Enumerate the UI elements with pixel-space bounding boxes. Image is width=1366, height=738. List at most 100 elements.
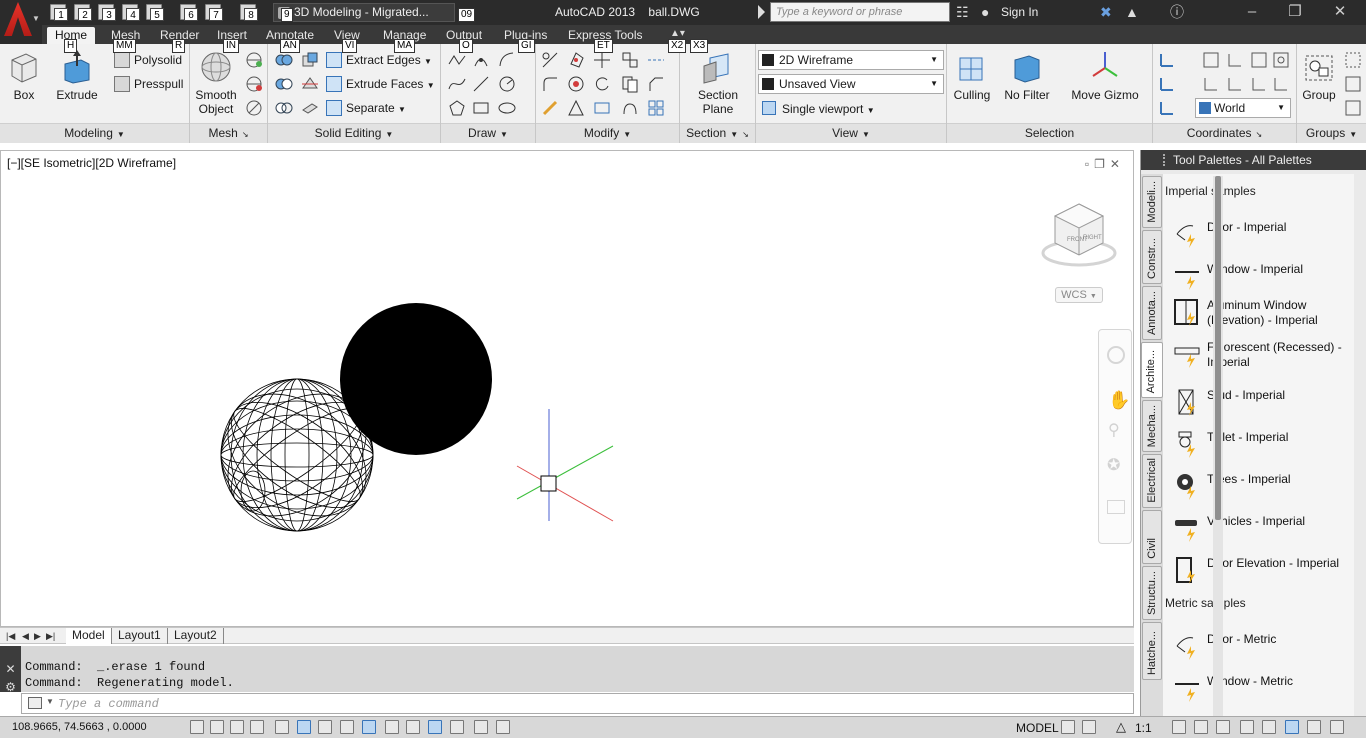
hardware-acceleration-icon[interactable] — [1262, 720, 1276, 734]
section-panel-title[interactable]: Section ▼ ↘ — [680, 123, 755, 143]
mesh-panel-title[interactable]: Mesh ↘ — [190, 123, 267, 143]
selection-cycling-icon[interactable] — [474, 720, 488, 734]
palette-tab-electrical[interactable]: Electrical — [1142, 454, 1162, 508]
search-expand-icon[interactable] — [758, 5, 765, 19]
ucs-world-icon[interactable] — [1225, 50, 1245, 70]
groups-panel-title[interactable]: Groups ▼ — [1297, 123, 1366, 143]
previous-layout-icon[interactable]: ◀ — [22, 628, 29, 644]
wcs-menu[interactable]: WCS ▼ — [1055, 287, 1103, 303]
arc-icon[interactable] — [497, 50, 517, 70]
ucs-named-icon[interactable] — [1201, 50, 1221, 70]
polar-tracking-icon[interactable] — [275, 720, 289, 734]
qat-plot-icon[interactable]: 5 — [146, 4, 164, 21]
qat-save-icon[interactable]: 3 — [98, 4, 116, 21]
palette-tab-structural[interactable]: Structu... — [1142, 566, 1162, 620]
ellipse-icon[interactable] — [497, 98, 517, 118]
palette-tab-civil[interactable]: Civil — [1142, 510, 1162, 564]
union-icon[interactable] — [274, 50, 294, 70]
qat-saveas-icon[interactable]: 4 — [122, 4, 140, 21]
3d-array-icon[interactable] — [646, 50, 666, 70]
layout-tab-layout2[interactable]: Layout2 — [168, 628, 224, 644]
ortho-mode-icon[interactable] — [250, 720, 264, 734]
spline-icon[interactable] — [447, 74, 467, 94]
workspace-switching-icon[interactable] — [1216, 720, 1230, 734]
first-layout-icon[interactable]: |◀ — [6, 628, 15, 644]
group-button[interactable]: Group — [1299, 48, 1339, 102]
exchange-icon[interactable]: ✖ — [1100, 4, 1112, 20]
coordinates-panel-title[interactable]: Coordinates ↘ — [1153, 123, 1296, 143]
palette-tab-mechanical[interactable]: Mecha... — [1142, 400, 1162, 452]
solid-editing-panel-title[interactable]: Solid Editing ▼ — [268, 123, 440, 143]
layout-tab-model[interactable]: Model — [66, 628, 112, 644]
ucs-previous-icon[interactable] — [1249, 50, 1269, 70]
wrench-icon[interactable]: ⚙ — [0, 680, 21, 694]
view-panel-title[interactable]: View ▼ — [756, 123, 946, 143]
subtract-icon[interactable] — [274, 74, 294, 94]
rectangle-icon[interactable] — [471, 98, 491, 118]
culling-button[interactable]: Culling — [949, 48, 995, 102]
ucs-face-icon[interactable] — [1271, 50, 1291, 70]
quick-view-layouts-icon[interactable] — [1061, 720, 1075, 734]
chamfer-icon[interactable] — [646, 74, 666, 94]
qat-undo-icon[interactable]: 6 — [180, 4, 198, 21]
3d-rotate-icon[interactable] — [566, 50, 586, 70]
drawing-canvas[interactable]: [−][SE Isometric][2D Wireframe] ▫❐✕ FRON… — [0, 150, 1134, 627]
ungroup-icon[interactable] — [1343, 50, 1363, 70]
zoom-icon[interactable]: ⚲ — [1108, 420, 1120, 440]
saved-view-dropdown[interactable]: Unsaved View ▼ — [758, 74, 944, 94]
lock-icon[interactable] — [1240, 720, 1254, 734]
palette-item-window-metric[interactable]: Window - Metric — [1171, 674, 1351, 704]
intersect-icon[interactable] — [274, 98, 294, 118]
ribbon-minimize-icon[interactable]: ▲▾ — [670, 28, 685, 39]
palette-tab-annotation[interactable]: Annota... — [1142, 286, 1162, 340]
annotation-scale-icon[interactable]: △ — [1116, 719, 1126, 735]
lightbulb-icon[interactable] — [1307, 720, 1321, 734]
no-filter-button[interactable]: No Filter — [1001, 48, 1053, 102]
isolate-objects-icon[interactable] — [1285, 720, 1299, 734]
triangle-icon[interactable]: ▲ — [1125, 4, 1139, 20]
model-space-button[interactable]: MODEL — [1016, 721, 1059, 735]
extrude-button[interactable]: Extrude — [54, 48, 100, 102]
draw-panel-title[interactable]: Draw ▼ — [441, 123, 535, 143]
annotation-visibility-icon[interactable] — [1172, 720, 1186, 734]
coordinate-readout[interactable]: 108.9665, 74.5663 , 0.0000 — [12, 721, 147, 733]
command-prompt-icon[interactable] — [28, 697, 42, 709]
offset-icon[interactable] — [566, 74, 586, 94]
object-snap-tracking-icon[interactable] — [340, 720, 354, 734]
ucs-object-icon[interactable] — [1157, 74, 1177, 94]
extract-edges-button[interactable]: Extract Edges ▼ — [326, 50, 432, 70]
ucs-x-icon[interactable] — [1201, 74, 1221, 94]
object-snap-icon[interactable] — [297, 720, 311, 734]
annotation-scale[interactable]: 1:1 — [1135, 721, 1152, 735]
selection-panel-title[interactable]: Selection — [947, 123, 1152, 143]
quick-view-drawings-icon[interactable] — [1082, 720, 1096, 734]
qat-match-icon[interactable]: 8 — [240, 4, 258, 21]
array-icon[interactable] — [646, 98, 666, 118]
erase-icon[interactable] — [540, 98, 560, 118]
modify-panel-title[interactable]: Modify ▼ — [536, 123, 679, 143]
ucs-icon[interactable] — [1157, 50, 1177, 70]
visual-style-dropdown[interactable]: 2D Wireframe ▼ — [758, 50, 944, 70]
slice-icon[interactable] — [300, 74, 320, 94]
ucs-z-icon[interactable] — [1249, 74, 1269, 94]
trim-icon[interactable] — [540, 50, 560, 70]
close-icon[interactable]: ✕ — [0, 662, 21, 676]
orbit-icon[interactable]: ✪ — [1107, 455, 1120, 475]
thicken-icon[interactable] — [300, 98, 320, 118]
smooth-object-button[interactable]: Smooth Object — [192, 48, 240, 116]
transparency-icon[interactable] — [428, 720, 442, 734]
3d-object-snap-icon[interactable] — [318, 720, 332, 734]
palette-item-toilet[interactable]: Toilet - Imperial — [1171, 430, 1351, 460]
palette-scrollbar[interactable] — [1213, 176, 1223, 716]
search-input[interactable]: Type a keyword or phrase — [770, 2, 950, 22]
presspull-button[interactable]: Presspull — [114, 74, 183, 94]
lineweight-icon[interactable] — [406, 720, 420, 734]
palette-item-door-elevation[interactable]: Door Elevation - Imperial — [1171, 556, 1351, 586]
palette-item-window-imperial[interactable]: Window - Imperial — [1171, 262, 1351, 292]
helix-icon[interactable] — [471, 50, 491, 70]
mirror-icon[interactable] — [620, 98, 640, 118]
box-button[interactable]: Box — [4, 48, 44, 102]
close-icon[interactable]: ✕ — [1320, 2, 1360, 22]
binoculars-icon[interactable]: ☷ — [956, 4, 969, 20]
scrollbar-thumb[interactable] — [1215, 176, 1221, 520]
